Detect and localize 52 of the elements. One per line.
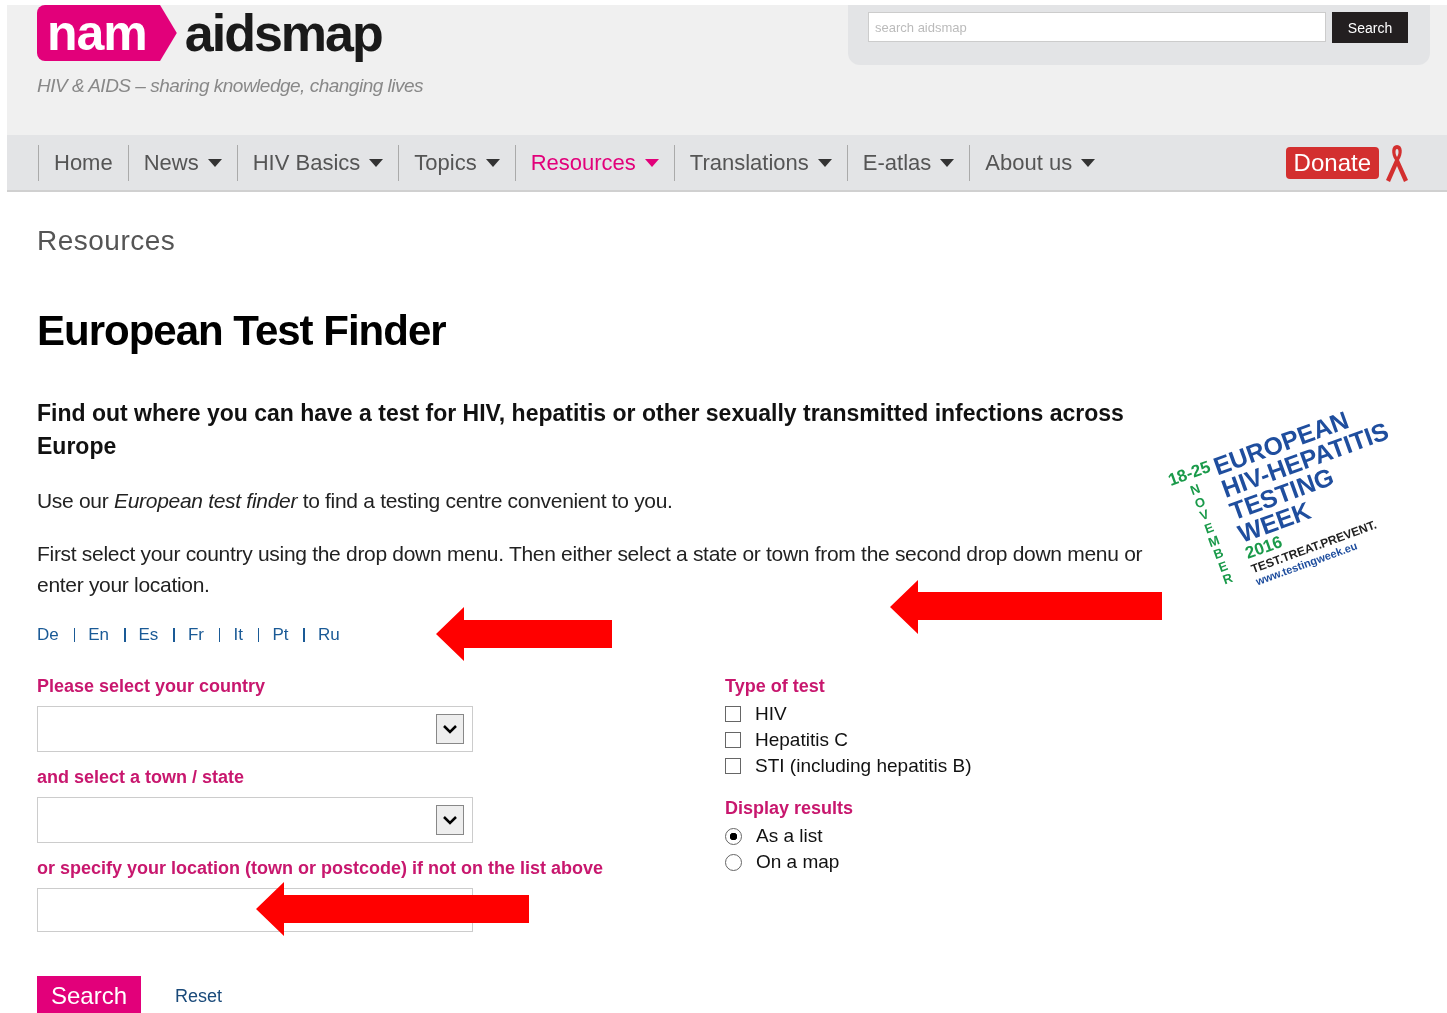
tagline: HIV & AIDS – sharing knowledge, changing lives	[37, 75, 424, 97]
radio-button[interactable]	[725, 853, 742, 871]
nav-item[interactable]: Topics	[398, 144, 515, 181]
caret-icon	[940, 158, 955, 167]
dropdown-icon	[436, 805, 464, 835]
intro-paragraph: First select your country using the drop down menu. Then either select a state or town from the second drop down menu or enter your location.	[37, 541, 1144, 598]
checkbox[interactable]	[725, 758, 741, 774]
language-link[interactable]: De	[37, 625, 59, 645]
radio-label: As a list	[756, 825, 823, 847]
logo-wordmark[interactable]: aidsmap	[184, 5, 382, 61]
section-heading: Resources	[37, 225, 177, 257]
field-label: Please select your country	[37, 675, 267, 697]
search-button[interactable]: Search	[1332, 12, 1408, 43]
language-link[interactable]: En	[88, 625, 110, 645]
checkbox-label: Hepatitis C	[755, 729, 848, 751]
reset-link[interactable]: Reset	[175, 985, 223, 1007]
field-label: Display results	[725, 797, 855, 819]
caret-icon	[485, 158, 500, 167]
radio-label: On a map	[756, 851, 840, 873]
caret-icon	[1081, 158, 1096, 167]
nav-item[interactable]: Home	[38, 144, 128, 181]
nav-item[interactable]: HIV Basics	[236, 144, 399, 181]
intro-paragraph: Use our European test finder to find a testing centre convenient to you.	[37, 488, 674, 514]
search-field[interactable]: search aidsmap	[868, 12, 1326, 42]
field-label: or specify your location (town or postcode) if not on the list above	[37, 857, 605, 879]
nav-item[interactable]: Resources	[514, 144, 674, 181]
donate-button[interactable]: Donate	[1285, 146, 1379, 179]
caret-icon	[817, 158, 832, 167]
checkbox[interactable]	[725, 732, 741, 748]
search-button[interactable]: Search	[37, 976, 142, 1013]
dropdown-icon	[436, 714, 464, 744]
intro-heading: Find out where you can have a test for HIV, hepatitis or other sexually transmitted infections across Europe	[37, 399, 1125, 461]
checkbox-label: HIV	[755, 703, 787, 725]
checkbox-label: STI (including hepatitis B)	[755, 755, 972, 777]
caret-icon	[207, 158, 222, 167]
field-label: and select a town / state	[37, 766, 246, 788]
caret-icon	[644, 158, 659, 167]
caret-icon	[369, 158, 384, 167]
language-link[interactable]: It	[233, 625, 243, 645]
language-link[interactable]: Pt	[272, 625, 289, 645]
radio-button[interactable]	[725, 827, 742, 845]
language-link[interactable]: Ru	[317, 625, 340, 645]
nav-item[interactable]: News	[127, 144, 237, 181]
nav-item[interactable]: E-atlas	[846, 144, 970, 181]
nav-item[interactable]: About us	[969, 144, 1111, 181]
language-link[interactable]: Fr	[187, 625, 204, 645]
nav-item[interactable]: Translations	[673, 144, 847, 181]
checkbox[interactable]	[725, 706, 741, 722]
language-link[interactable]: Es	[138, 625, 159, 645]
page-title: European Test Finder	[37, 307, 447, 355]
field-label: Type of test	[725, 675, 826, 697]
logo-badge[interactable]: nam	[37, 5, 177, 61]
